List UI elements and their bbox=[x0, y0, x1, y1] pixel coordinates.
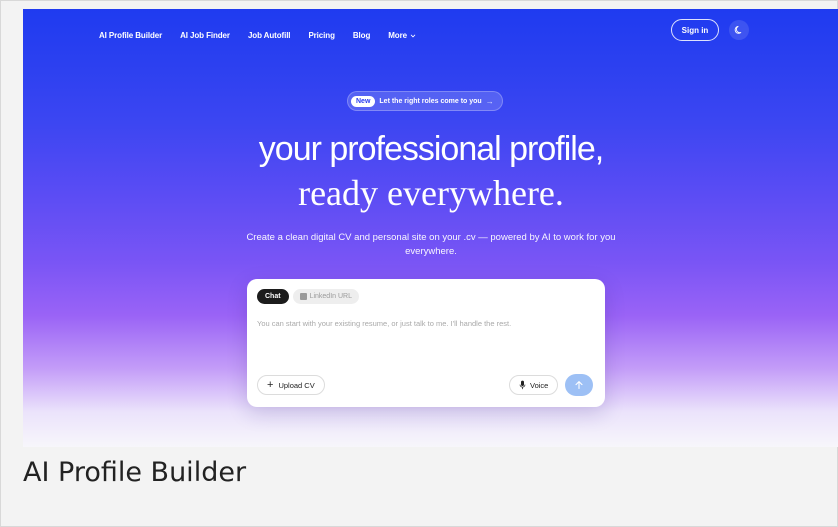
nav-ai-job-finder[interactable]: AI Job Finder bbox=[180, 31, 230, 40]
nav-ai-profile-builder[interactable]: AI Profile Builder bbox=[99, 31, 162, 40]
tab-linkedin-url[interactable]: LinkedIn URL bbox=[292, 289, 359, 304]
tab-chat-label: Chat bbox=[265, 293, 281, 300]
hero-subtitle: Create a clean digital CV and personal s… bbox=[246, 232, 616, 257]
linkedin-icon bbox=[299, 293, 307, 300]
composer-card: Chat LinkedIn URL + Upload CV Voice bbox=[247, 279, 605, 407]
top-nav: AI Profile Builder AI Job Finder Job Aut… bbox=[99, 31, 416, 40]
nav-more[interactable]: More bbox=[388, 31, 416, 40]
announcement-text: Let the right roles come to you bbox=[379, 97, 482, 105]
moon-icon bbox=[734, 25, 742, 34]
nav-job-autofill[interactable]: Job Autofill bbox=[248, 31, 291, 40]
announcement-badge[interactable]: New Let the right roles come to you → bbox=[347, 91, 503, 111]
voice-label: Voice bbox=[530, 380, 549, 390]
send-button[interactable] bbox=[565, 374, 593, 396]
chevron-down-icon bbox=[410, 34, 416, 37]
headline-line-2: ready everywhere. bbox=[298, 173, 564, 213]
theme-toggle-button[interactable] bbox=[729, 20, 749, 40]
sign-in-button[interactable]: Sign in bbox=[671, 19, 719, 41]
viewer-frame: AI Profile Builder AI Job Finder Job Aut… bbox=[0, 0, 838, 527]
voice-button[interactable]: Voice bbox=[509, 375, 559, 395]
nav-pricing[interactable]: Pricing bbox=[308, 31, 335, 40]
headline-line-1: your professional profile, bbox=[258, 130, 604, 168]
arrow-right-icon: → bbox=[485, 96, 494, 106]
arrow-up-icon bbox=[575, 381, 583, 390]
nav-more-label: More bbox=[388, 31, 407, 40]
tab-linkedin-label: LinkedIn URL bbox=[309, 293, 352, 300]
tab-chat[interactable]: Chat bbox=[257, 289, 289, 304]
upload-cv-label: Upload CV bbox=[278, 380, 315, 390]
composer-tabs: Chat LinkedIn URL bbox=[257, 289, 359, 304]
website-screenshot: AI Profile Builder AI Job Finder Job Aut… bbox=[23, 9, 838, 447]
prompt-input[interactable] bbox=[257, 319, 595, 328]
plus-icon: + bbox=[267, 379, 274, 391]
new-tag: New bbox=[351, 95, 376, 107]
microphone-icon bbox=[519, 380, 526, 390]
upload-cv-button[interactable]: + Upload CV bbox=[257, 375, 325, 395]
screenshot-caption: AI Profile Builder bbox=[23, 457, 247, 488]
nav-blog[interactable]: Blog bbox=[353, 31, 370, 40]
